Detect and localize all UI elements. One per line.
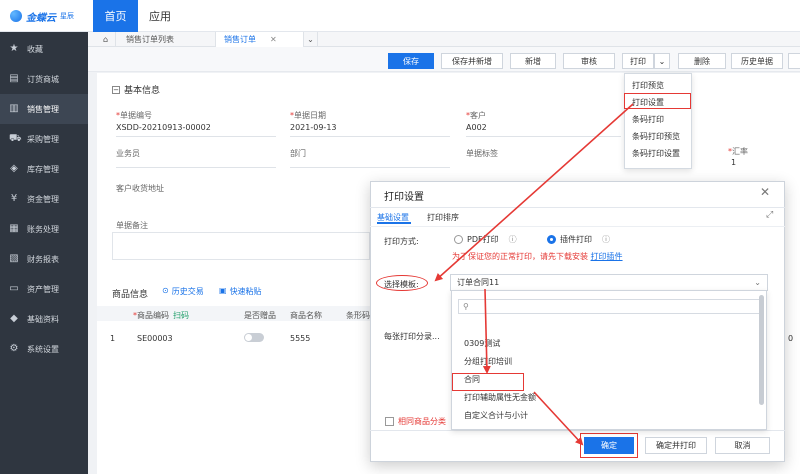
arrow-settings-to-template: [434, 103, 634, 282]
arrow-to-contract: [482, 288, 491, 374]
annotation-arrows: [434, 103, 634, 446]
arrow-to-confirm: [533, 391, 584, 446]
